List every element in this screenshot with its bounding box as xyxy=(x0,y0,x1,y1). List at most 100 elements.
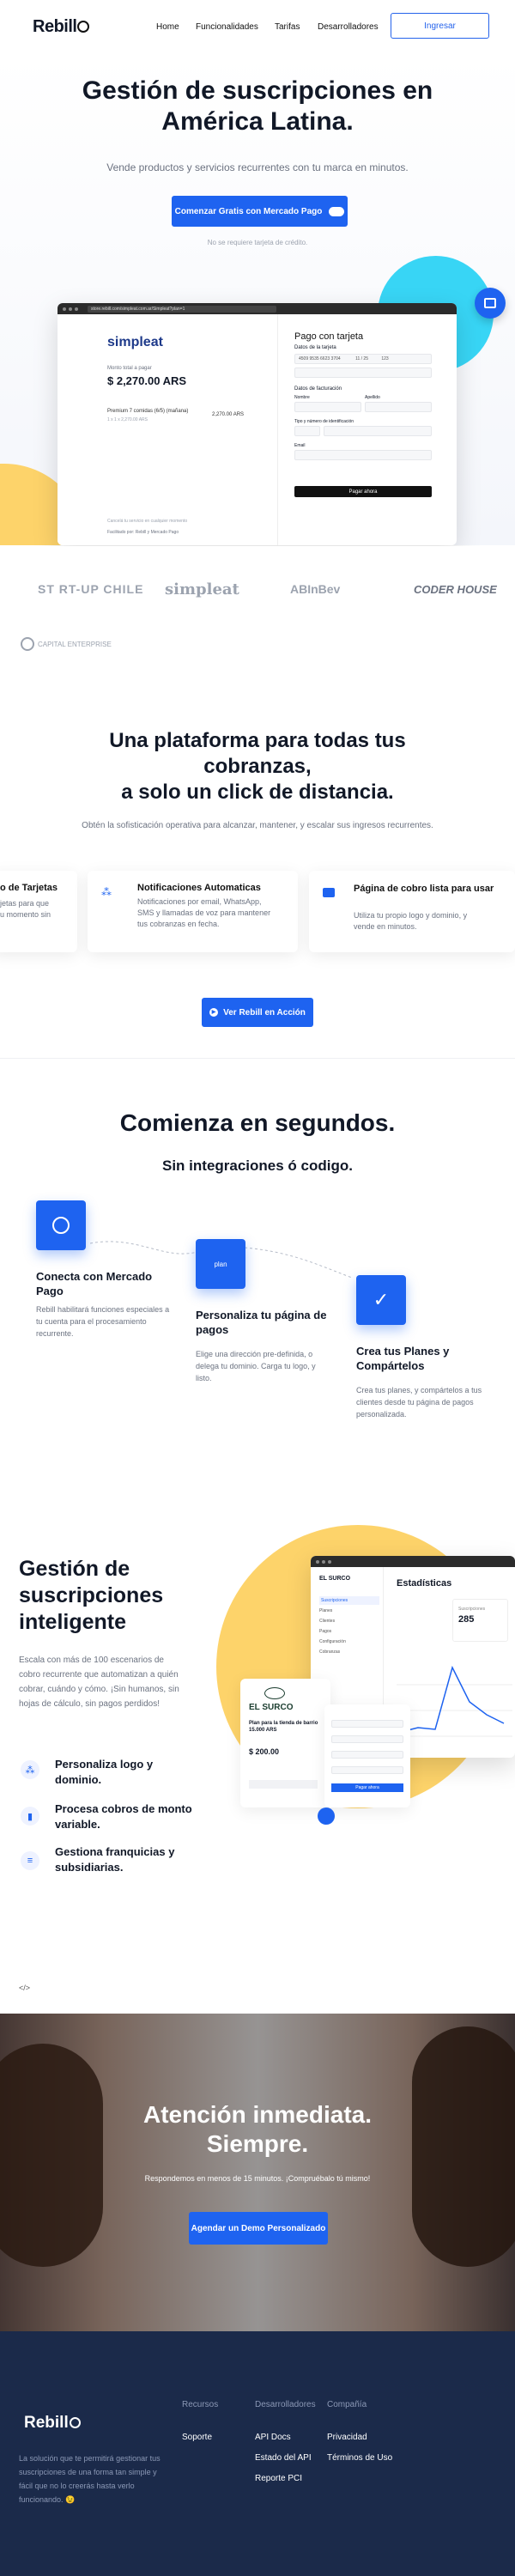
total-label: Monto total a pagar xyxy=(107,366,152,371)
footer-link-soporte[interactable]: Soporte xyxy=(182,2433,212,2442)
hero-title: Gestión de suscripciones en América Latin… xyxy=(82,76,433,136)
nav-funcionalidades[interactable]: Funcionalidades xyxy=(196,22,258,32)
powered-by: Facilitado por: Rebill y Mercado Pago xyxy=(107,530,179,535)
name-field[interactable] xyxy=(294,402,361,412)
checkout-summary: simpleat Monto total a pagar $ 2,270.00 … xyxy=(58,314,278,545)
form-field[interactable] xyxy=(331,1735,403,1743)
card-section-label: Datos de la tarjeta xyxy=(294,345,336,350)
total-amount: $ 2,270.00 ARS xyxy=(107,374,187,387)
chat-button[interactable] xyxy=(475,288,506,319)
pay-now-button[interactable]: Pagar ahora xyxy=(294,486,432,497)
logo-domain-icon: ⁂ xyxy=(21,1760,39,1779)
nav-home[interactable]: Home xyxy=(156,22,179,32)
name-label: Nombre xyxy=(294,395,310,400)
code-snippet-icon: </> xyxy=(19,1984,31,1992)
window-dot-icon xyxy=(322,1559,325,1564)
footer-link-privacidad[interactable]: Privacidad xyxy=(327,2433,367,2442)
hero-subtitle: Vende productos y servicios recurrentes … xyxy=(106,161,409,173)
nav-tarifas[interactable]: Tarifas xyxy=(275,22,300,32)
chat-bubble-icon xyxy=(318,1807,335,1825)
create-plans-icon: ✓ xyxy=(356,1275,406,1325)
variable-amount-icon: ▮ xyxy=(21,1807,39,1826)
notifications-icon: ⁂ xyxy=(101,886,112,898)
footer-link-terminos[interactable]: Términos de Uso xyxy=(327,2453,392,2463)
window-dot-icon xyxy=(316,1559,319,1564)
doc-number-field[interactable] xyxy=(324,426,432,436)
hero-cta-button[interactable]: Comenzar Gratis con Mercado Pago xyxy=(172,196,348,227)
management-desc: Escala con más de 100 escenarios de cobr… xyxy=(19,1656,179,1709)
partner-startup-chile: ST RT-UP CHILE xyxy=(38,582,144,596)
connect-mercadopago-icon xyxy=(36,1200,86,1250)
browser-url: store.rebill.com/simpleat.com.ar/Simplea… xyxy=(88,305,276,313)
step-3-desc: Crea tus planes, y compártelos a tus cli… xyxy=(356,1386,482,1419)
feature-card-notificaciones: ⁂ Notificaciones Automaticas Notificacio… xyxy=(88,871,298,952)
see-in-action-button[interactable]: ▶ Ver Rebill en Acción xyxy=(202,998,313,1027)
feature-card-pagina-cobro: Página de cobro lista para usar Utiliza … xyxy=(309,871,515,952)
logo-mark-icon xyxy=(69,2417,81,2428)
merchant-logo: simpleat xyxy=(107,335,163,349)
logo[interactable]: Rebill xyxy=(33,17,90,37)
support-title: Atención inmediata. Siempre. xyxy=(142,2101,373,2157)
mini-payment-card: EL SURCO Plan para la tienda de barrio 1… xyxy=(240,1679,330,1807)
footer: Rebill La solución que te permitirá gest… xyxy=(0,2331,515,2576)
footer-col-desarrolladores: Desarrolladores xyxy=(255,2400,316,2409)
cardholder-field[interactable] xyxy=(294,368,432,378)
bullet-3: Gestiona franquicias y subsidiarias. xyxy=(55,1845,175,1874)
step-1-title: Conecta con Mercado Pago xyxy=(36,1270,153,1297)
login-button[interactable]: Ingresar xyxy=(391,13,489,39)
lastname-label: Apellido xyxy=(365,395,380,400)
mini-pay-brand: EL SURCO xyxy=(249,1703,294,1712)
platform-title: Una plataforma para todas tus cobranzas, a… xyxy=(109,729,406,804)
hero-note: No se requiere tarjeta de crédito. xyxy=(207,239,308,246)
step-3-title: Crea tus Planes y Compártelos xyxy=(356,1345,450,1372)
menu-item[interactable]: Suscripciones xyxy=(319,1596,379,1605)
nav-desarrolladores[interactable]: Desarrolladores xyxy=(318,22,379,32)
partners-section: ST RT-UP CHILE simpleat ABInBev CODER HO… xyxy=(0,546,515,692)
cancel-note: Cancelá tu servicio en cualquier momento xyxy=(107,519,188,524)
form-field[interactable] xyxy=(331,1720,403,1728)
window-dot-icon xyxy=(63,307,66,311)
footer-link-api-status[interactable]: Estado del API xyxy=(255,2453,312,2463)
stat-value: 285 xyxy=(458,1614,475,1625)
mini-pay-amount: $ 200.00 xyxy=(249,1747,280,1756)
doc-type-select[interactable] xyxy=(294,426,320,436)
menu-item[interactable]: Planes xyxy=(319,1608,332,1613)
footer-link-api-docs[interactable]: API Docs xyxy=(255,2433,291,2442)
email-field[interactable] xyxy=(294,450,432,460)
partner-abinbev: ABInBev xyxy=(290,582,341,596)
email-label: Email xyxy=(294,443,306,448)
schedule-demo-button[interactable]: Agendar un Demo Personalizado xyxy=(189,2212,328,2245)
dashboard-title: Estadísticas xyxy=(397,1578,452,1589)
management-title: Gestión de suscripciones inteligente xyxy=(19,1557,164,1634)
window-dot-icon xyxy=(75,307,78,311)
footer-tagline: La solución que te permitirá gestionar t… xyxy=(19,2454,161,2504)
footer-link-pci[interactable]: Reporte PCI xyxy=(255,2474,302,2483)
mini-pay-button[interactable]: Pagar ahora xyxy=(331,1783,403,1792)
menu-item[interactable]: Cobranzas xyxy=(319,1649,340,1655)
top-nav: Rebill Home Funcionalidades Tarifas Desa… xyxy=(0,0,515,53)
menu-item[interactable]: Configuración xyxy=(319,1639,346,1644)
divider xyxy=(0,1058,515,1059)
menu-item[interactable]: Clientes xyxy=(319,1619,335,1624)
menu-item[interactable]: Pagos xyxy=(319,1629,331,1634)
billing-section-label: Datos de facturación xyxy=(294,386,342,392)
partner-capital-enterprise: CAPITAL ENTERPRISE xyxy=(38,641,112,648)
partner-coderhouse: CODER HOUSE xyxy=(414,583,497,596)
surco-logo-icon xyxy=(264,1687,285,1699)
support-subtitle: Respondemos en menos de 15 minutos. ¡Com… xyxy=(144,2174,371,2183)
chat-icon xyxy=(484,298,496,308)
form-field[interactable] xyxy=(331,1766,403,1774)
form-field[interactable] xyxy=(331,1751,403,1759)
payment-title: Pago con tarjeta xyxy=(294,331,364,342)
lastname-field[interactable] xyxy=(365,402,432,412)
plan-price: 2,270.00 ARS xyxy=(212,412,245,417)
card-number-field[interactable]: 4509 9535 6623 3704 11 / 25 123 xyxy=(294,354,432,364)
franchises-icon: ≡ xyxy=(21,1851,39,1870)
play-icon: ▶ xyxy=(209,1008,219,1017)
logo-mark-icon xyxy=(77,21,90,33)
payment-form: Pago con tarjeta Datos de la tarjeta 450… xyxy=(291,314,445,545)
footer-logo[interactable]: Rebill xyxy=(24,2414,81,2433)
start-title: Comienza en segundos. xyxy=(119,1109,396,1136)
step-2-title: Personaliza tu página de pagos xyxy=(196,1309,327,1336)
dashboard-brand: EL SURCO xyxy=(319,1576,351,1582)
